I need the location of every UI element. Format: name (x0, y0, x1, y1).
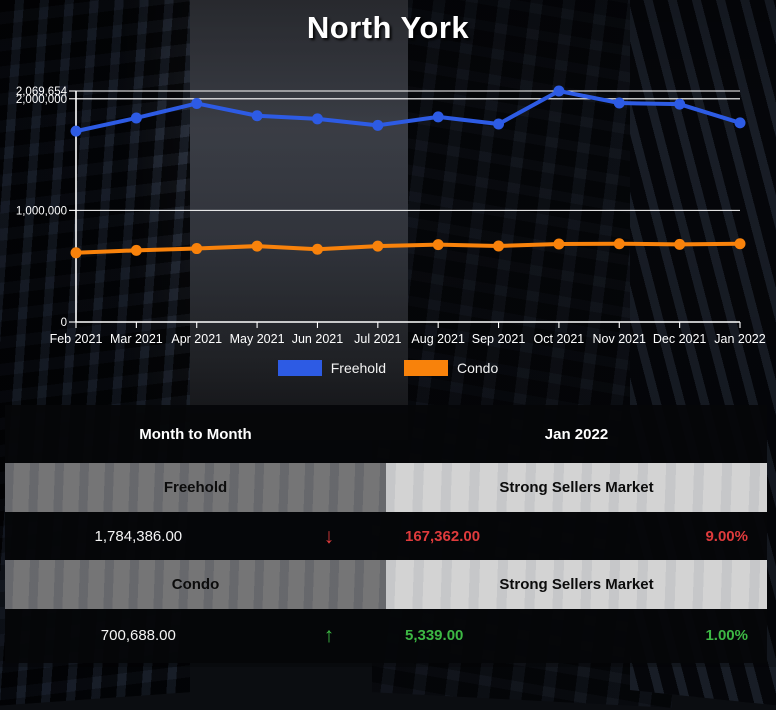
x-axis-tick-label: Feb 2021 (50, 332, 103, 346)
legend-label-condo: Condo (457, 360, 499, 376)
condo-point (432, 239, 444, 251)
header-current-month: Jan 2022 (544, 425, 609, 443)
condo-current-value: 700,688.00 (100, 627, 176, 644)
freehold-point (553, 85, 565, 97)
x-axis-tick-label: Aug 2021 (411, 332, 465, 346)
freehold-line (74, 89, 742, 134)
condo-label-row: Condo Strong Sellers Market (5, 560, 767, 609)
x-axis-tick-label: Dec 2021 (653, 332, 707, 346)
freehold-change-percent: 9.00% (705, 527, 748, 545)
page-title: North York (306, 10, 470, 45)
freehold-change-amount: 167,362.00 (404, 527, 481, 545)
y-axis-tick-label: 2,000,000 (16, 94, 67, 106)
condo-data-row: 700,688.00 ↑ 5,339.00 1.00% (5, 609, 767, 662)
freehold-point (251, 110, 263, 122)
x-axis-tick-label: Oct 2021 (534, 332, 585, 346)
x-axis-tick-label: Jul 2021 (354, 332, 401, 346)
freehold-point (432, 111, 444, 123)
y-axis-tick-label: 0 (61, 317, 67, 329)
line-chart: 2,069,6542,000,0001,000,0000Feb 2021 Mar … (16, 85, 766, 346)
freehold-point (311, 113, 323, 125)
condo-point (493, 240, 505, 252)
freehold-market-status: Strong Sellers Market (386, 463, 767, 512)
condo-line (74, 241, 742, 255)
freehold-current-value: 1,784,386.00 (94, 527, 183, 545)
legend-item-condo: Condo (404, 360, 498, 376)
condo-market-status: Strong Sellers Market (386, 560, 767, 609)
condo-point (130, 244, 142, 256)
condo-point (372, 240, 384, 252)
condo-change-amount: 5,339.00 (404, 627, 464, 644)
freehold-label-row: Freehold Strong Sellers Market (5, 463, 767, 512)
summary-table: Month to Month Jan 2022 Freehold Strong … (5, 405, 767, 663)
legend-item-freehold: Freehold (277, 360, 386, 376)
x-axis-tick-label: Jan 2022 (714, 332, 765, 346)
freehold-row-label: Freehold (5, 463, 386, 512)
condo-point (734, 238, 746, 250)
down-arrow-icon: ↓ (323, 524, 335, 548)
freehold-data-row: 1,784,386.00 ↓ 167,362.00 9.00% (5, 512, 767, 560)
condo-point (613, 238, 625, 250)
table-header-row: Month to Month Jan 2022 (5, 405, 767, 463)
condo-point (251, 240, 263, 252)
legend-label-freehold: Freehold (330, 360, 386, 376)
condo-row-label: Condo (5, 560, 386, 609)
condo-point (311, 243, 323, 255)
x-axis-tick-label: Mar 2021 (110, 332, 163, 346)
up-arrow-icon: ↑ (323, 624, 335, 647)
condo-point (70, 247, 82, 259)
freehold-change-cell: 167,362.00 9.00% (386, 528, 767, 545)
freehold-point (493, 118, 505, 130)
freehold-point (674, 98, 686, 110)
condo-point (191, 243, 203, 255)
condo-legend-swatch-icon (404, 360, 448, 376)
freehold-point (191, 97, 203, 109)
header-month-to-month: Month to Month (139, 425, 252, 443)
freehold-point (372, 119, 384, 131)
x-axis-tick-label: Jun 2021 (292, 332, 343, 346)
y-axis-tick-label: 1,000,000 (16, 205, 67, 217)
freehold-point (130, 112, 142, 124)
x-axis-tick-label: Sep 2021 (472, 332, 526, 346)
condo-point (553, 238, 565, 250)
chart-legend: Freehold Condo (0, 357, 776, 379)
freehold-point (734, 117, 746, 129)
condo-point (674, 238, 686, 250)
condo-change-percent: 1.00% (705, 627, 748, 644)
freehold-point (613, 97, 625, 109)
x-axis-tick-label: Nov 2021 (593, 332, 647, 346)
x-axis-tick-label: May 2021 (230, 332, 285, 346)
condo-change-cell: 5,339.00 1.00% (386, 627, 767, 644)
x-axis-tick-label: Apr 2021 (171, 332, 222, 346)
freehold-legend-swatch-icon (277, 360, 322, 376)
freehold-point (70, 125, 82, 137)
